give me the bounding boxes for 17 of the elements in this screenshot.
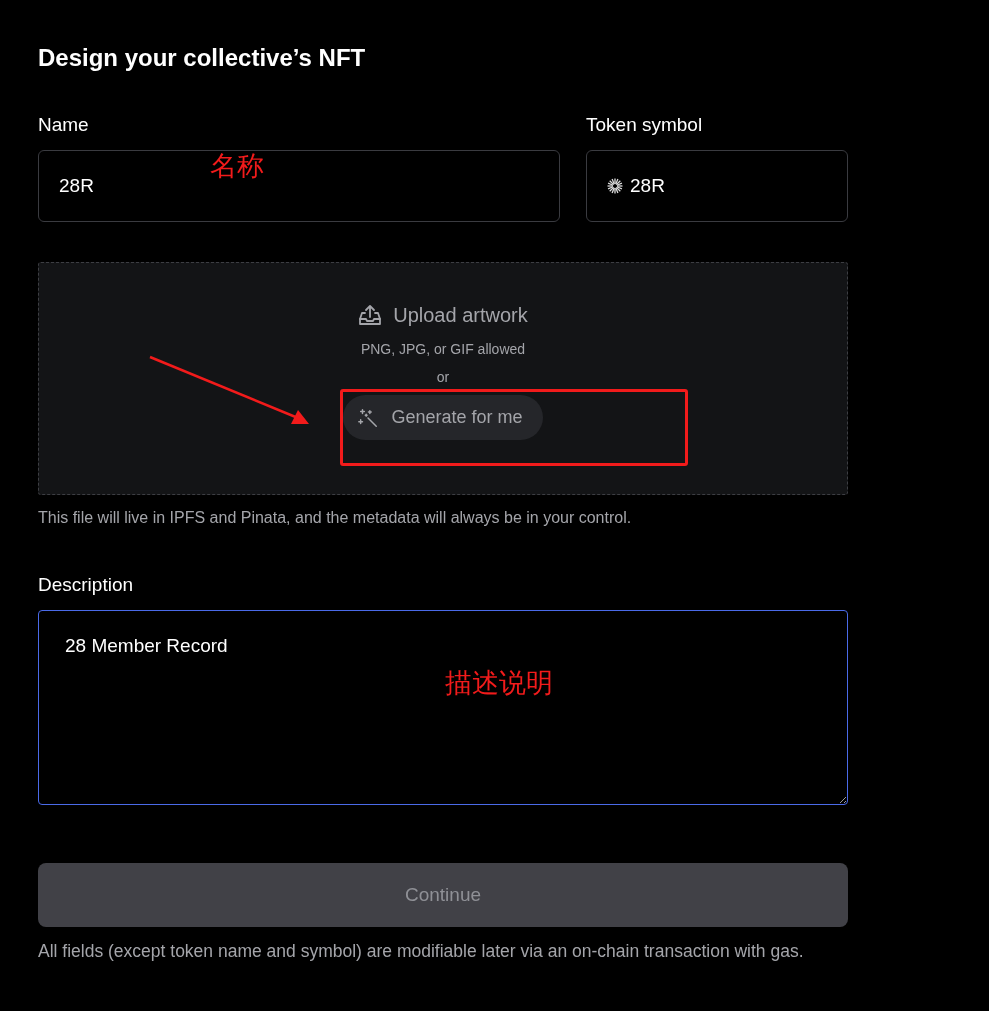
or-separator: or	[436, 369, 450, 385]
annotation-text: 描述说明	[445, 667, 553, 699]
page-title: Design your collective’s NFT	[38, 44, 367, 72]
magic-wand-icon	[357, 406, 380, 429]
footnote: All fields (except token name and symbol) are modifiable later via an on-chain transaction with gas.	[38, 940, 805, 963]
token-symbol-field[interactable]: 28R	[586, 150, 848, 222]
field-label: Token symbol	[586, 114, 704, 136]
field-label: Description	[38, 574, 135, 596]
storage-note: This file will live in IPFS and Pinata, and the metadata will always be in your control.	[38, 508, 633, 528]
annotation-text: 名称	[210, 150, 264, 182]
formats-hint: PNG, JPG, or GIF allowed	[360, 341, 526, 357]
generate-button[interactable]: Generate for me	[343, 395, 543, 440]
field-label: Name	[38, 114, 90, 136]
upload-icon	[358, 303, 383, 327]
upload-dropzone[interactable]: Upload artwork PNG, JPG, or GIF allowed or Generate for me	[38, 262, 848, 495]
upload-title: Upload artwork	[393, 303, 528, 327]
sunburst-icon	[607, 178, 623, 194]
